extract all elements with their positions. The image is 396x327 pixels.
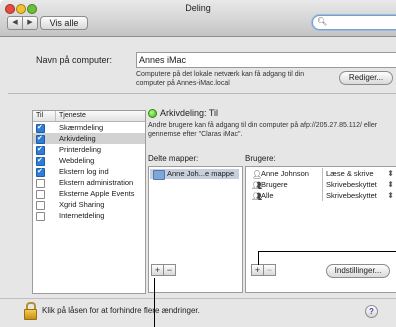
service-list[interactable]: Til Tjeneste Skærmdeling Arkivdeling Print…: [32, 110, 146, 294]
service-name: Ekstern log ind: [59, 167, 109, 176]
service-name: Xgrid Sharing: [59, 200, 105, 209]
computer-address-description: Computere på det lokale netværk kan få a…: [136, 71, 305, 87]
column-header-on[interactable]: Til: [36, 111, 43, 121]
service-row[interactable]: Internetdeling: [33, 210, 145, 221]
edit-button[interactable]: Rediger...: [339, 71, 393, 85]
service-row[interactable]: Eksterne Apple Events: [33, 188, 145, 199]
service-row[interactable]: Ekstern administration: [33, 177, 145, 188]
service-row[interactable]: Webdeling: [33, 155, 145, 166]
service-checkbox[interactable]: [36, 134, 45, 144]
user-name: Brugere: [261, 180, 288, 189]
service-name: Ekstern administration: [59, 178, 134, 187]
service-description: Andre brugere kan få adgang til din comp…: [148, 122, 378, 138]
title-bar: Deling ◀ ▶ Vis alle 🔍︎: [0, 0, 396, 37]
divider: [8, 93, 396, 94]
forward-arrow-icon[interactable]: ▶: [23, 17, 37, 29]
service-status: Arkivdeling: Til: [160, 108, 219, 118]
service-name: Printerdeling: [59, 145, 102, 154]
service-name: Webdeling: [59, 156, 95, 165]
service-name: Eksterne Apple Events: [59, 189, 135, 198]
lock-icon[interactable]: [24, 302, 37, 320]
service-checkbox[interactable]: [36, 167, 45, 177]
user-row[interactable]: 👥︎ Alle Skrivebeskyttet ⬍: [246, 190, 396, 201]
search-icon: 🔍︎: [317, 17, 328, 26]
service-name: Internetdeling: [59, 211, 105, 220]
stepper-arrows-icon: ⬍: [387, 169, 394, 178]
stepper-arrows-icon: ⬍: [387, 191, 394, 200]
service-checkbox[interactable]: [36, 179, 45, 188]
service-row[interactable]: Ekstern log ind: [33, 166, 145, 177]
permission-value: Skrivebeskyttet: [326, 191, 377, 200]
user-name: Alle: [261, 191, 274, 200]
window-title: Deling: [185, 3, 211, 13]
callout-line: [258, 251, 259, 265]
computer-name-label: Navn på computer:: [36, 55, 113, 65]
service-row[interactable]: Xgrid Sharing: [33, 199, 145, 210]
users-heading: Brugere:: [245, 154, 276, 163]
search-field[interactable]: 🔍︎: [312, 15, 396, 30]
service-row[interactable]: Skærmdeling: [33, 122, 145, 133]
help-button[interactable]: ?: [365, 305, 378, 318]
footer-divider: [0, 298, 396, 299]
user-row[interactable]: 👤︎ Anne Johnson Læse & skrive ⬍: [246, 168, 396, 179]
show-all-button[interactable]: Vis alle: [40, 16, 88, 30]
service-checkbox[interactable]: [36, 212, 45, 221]
lock-body: [24, 309, 37, 320]
settings-button[interactable]: Indstillinger...: [326, 264, 390, 278]
user-name: Anne Johnson: [261, 169, 309, 178]
remove-user-button[interactable]: −: [263, 264, 276, 276]
lock-message: Klik på låsen for at forhindre flere ænd…: [42, 306, 200, 315]
column-header-service[interactable]: Tjeneste: [55, 111, 86, 121]
service-checkbox[interactable]: [36, 145, 45, 155]
computer-name-field[interactable]: Annes iMac: [136, 52, 396, 68]
service-list-header: Til Tjeneste: [33, 111, 145, 122]
permission-popup[interactable]: Skrivebeskyttet ⬍: [322, 179, 396, 190]
service-name: Skærmdeling: [59, 123, 104, 132]
service-checkbox[interactable]: [36, 190, 45, 199]
folder-item[interactable]: Anne Joh...e mappe: [150, 169, 239, 180]
service-checkbox[interactable]: [36, 123, 45, 133]
permission-value: Skrivebeskyttet: [326, 180, 377, 189]
permission-popup[interactable]: Læse & skrive ⬍: [322, 168, 396, 179]
permission-popup[interactable]: Skrivebeskyttet ⬍: [322, 190, 396, 201]
stepper-arrows-icon: ⬍: [387, 180, 394, 189]
user-row[interactable]: 👥︎ Brugere Skrivebeskyttet ⬍: [246, 179, 396, 190]
service-checkbox[interactable]: [36, 201, 45, 210]
permission-value: Læse & skrive: [326, 169, 374, 178]
folder-name: Anne Joh...e mappe: [167, 169, 235, 178]
callout-line: [258, 251, 396, 252]
service-row[interactable]: Printerdeling: [33, 144, 145, 155]
callout-line: [154, 278, 155, 327]
service-checkbox[interactable]: [36, 156, 45, 166]
service-row[interactable]: Arkivdeling: [33, 133, 145, 144]
back-arrow-icon[interactable]: ◀: [8, 17, 23, 29]
remove-folder-button[interactable]: −: [163, 264, 176, 276]
preferences-window: Deling ◀ ▶ Vis alle 🔍︎ Navn på computer:…: [0, 0, 396, 327]
back-forward-control[interactable]: ◀ ▶: [7, 16, 38, 30]
shared-folders-heading: Delte mapper:: [148, 154, 199, 163]
folder-icon: [153, 170, 165, 180]
status-indicator-icon: [148, 109, 157, 118]
service-name: Arkivdeling: [59, 134, 96, 143]
